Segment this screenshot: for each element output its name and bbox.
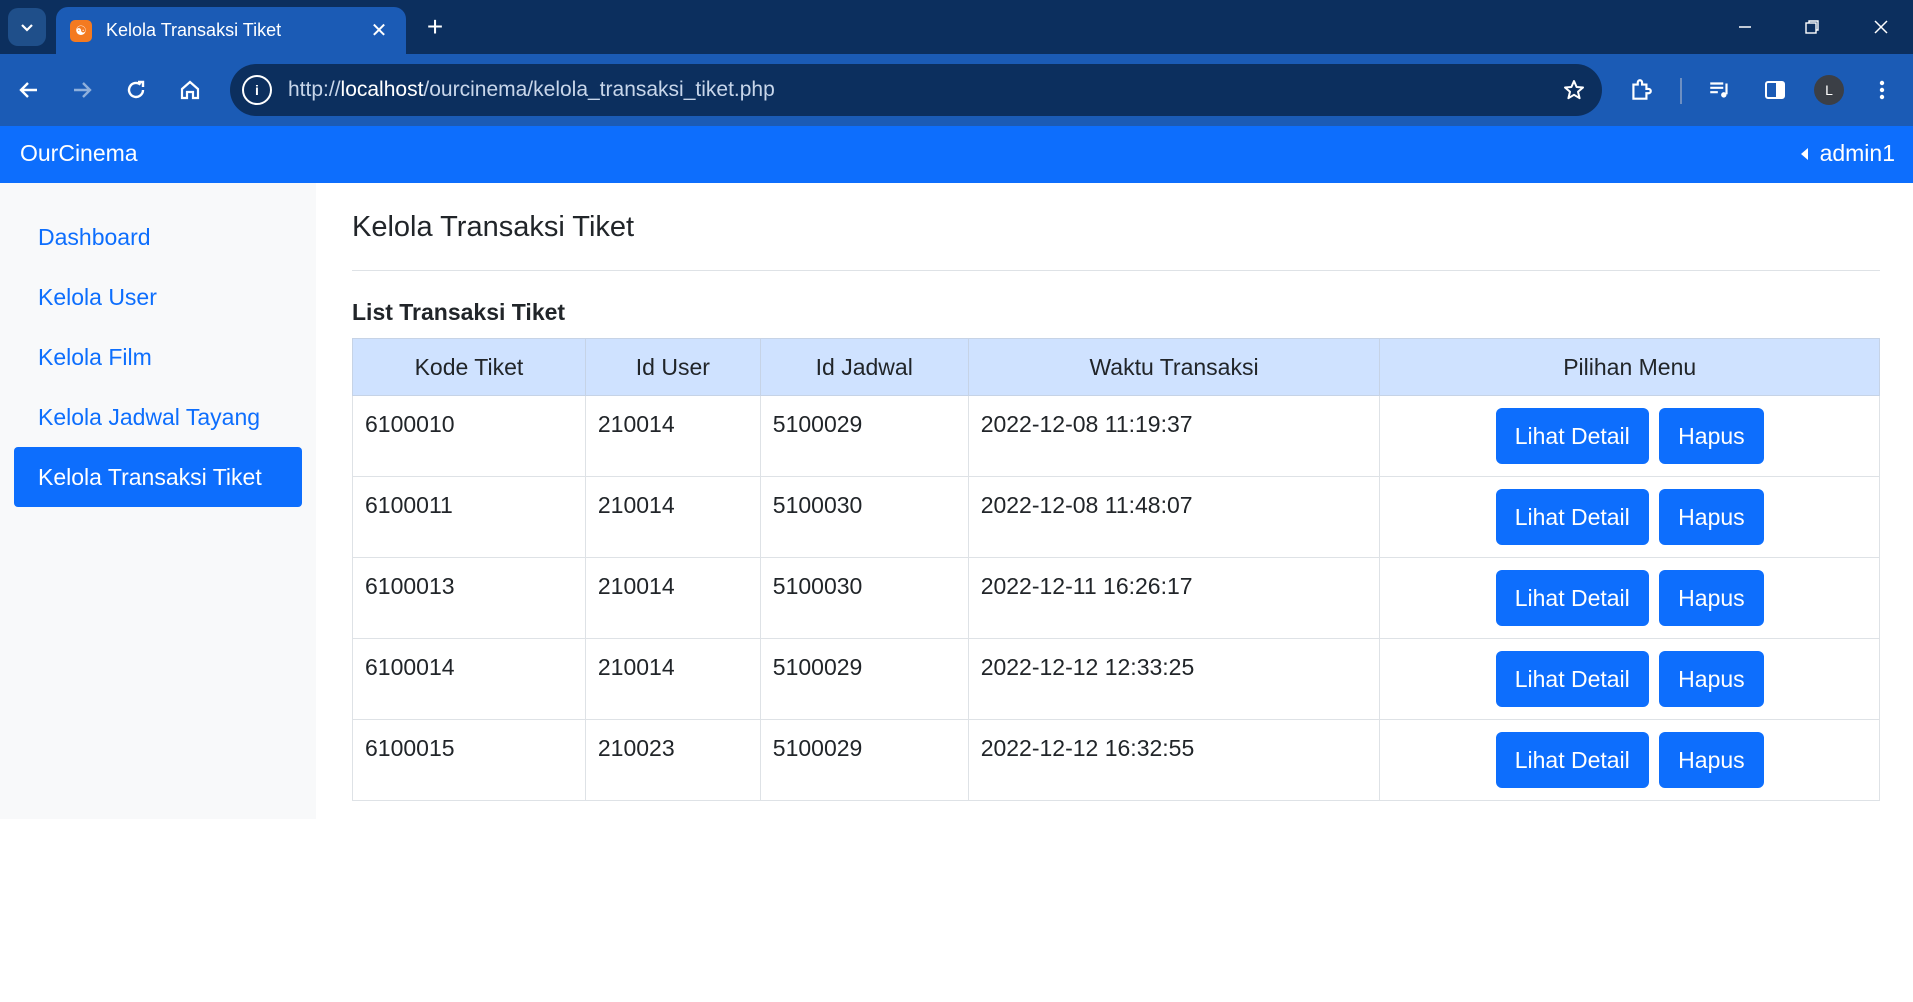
cell-id-user: 210023 xyxy=(584,719,761,801)
cell-kode-tiket: 6100010 xyxy=(352,395,586,477)
browser-tab-active[interactable]: ☯ Kelola Transaksi Tiket ✕ xyxy=(56,7,406,54)
cell-id-jadwal: 5100029 xyxy=(759,638,969,720)
brand-logo[interactable]: OurCinema xyxy=(20,140,138,167)
table-row: 6100014 210014 5100029 2022-12-12 12:33:… xyxy=(352,638,1880,720)
site-info-icon[interactable]: i xyxy=(242,75,272,105)
cell-id-user: 210014 xyxy=(584,638,761,720)
lihat-detail-button[interactable]: Lihat Detail xyxy=(1495,570,1649,626)
cell-actions: Lihat Detail Hapus xyxy=(1379,476,1880,558)
restore-icon[interactable] xyxy=(1797,12,1827,42)
lihat-detail-button[interactable]: Lihat Detail xyxy=(1495,732,1649,788)
reload-icon[interactable] xyxy=(117,71,155,109)
sidebar-item-kelola-transaksi-tiket[interactable]: Kelola Transaksi Tiket xyxy=(14,447,302,507)
close-window-icon[interactable] xyxy=(1866,12,1896,42)
browser-tab-strip: ☯ Kelola Transaksi Tiket ✕ + xyxy=(0,0,1913,54)
minimize-icon[interactable] xyxy=(1730,12,1760,42)
hapus-button[interactable]: Hapus xyxy=(1659,408,1764,464)
user-dropdown[interactable]: admin1 xyxy=(1800,140,1895,167)
column-header: Waktu Transaksi xyxy=(967,338,1381,396)
cell-kode-tiket: 6100014 xyxy=(352,638,586,720)
column-header: Kode Tiket xyxy=(352,338,586,396)
bookmark-star-icon[interactable] xyxy=(1554,70,1594,110)
username: admin1 xyxy=(1819,140,1895,166)
extensions-icon[interactable] xyxy=(1622,71,1660,109)
cell-id-user: 210014 xyxy=(584,557,761,639)
hapus-button[interactable]: Hapus xyxy=(1659,651,1764,707)
cell-waktu-transaksi: 2022-12-11 16:26:17 xyxy=(967,557,1381,639)
sidebar-item-kelola-jadwal-tayang[interactable]: Kelola Jadwal Tayang xyxy=(14,387,302,447)
cell-actions: Lihat Detail Hapus xyxy=(1379,719,1880,801)
hapus-button[interactable]: Hapus xyxy=(1659,489,1764,545)
cell-kode-tiket: 6100015 xyxy=(352,719,586,801)
tab-search-button[interactable] xyxy=(8,8,46,46)
column-header: Pilihan Menu xyxy=(1379,338,1880,396)
cell-waktu-transaksi: 2022-12-08 11:19:37 xyxy=(967,395,1381,477)
close-tab-icon[interactable]: ✕ xyxy=(366,18,392,43)
cell-waktu-transaksi: 2022-12-12 12:33:25 xyxy=(967,638,1381,720)
cell-kode-tiket: 6100011 xyxy=(352,476,586,558)
home-icon[interactable] xyxy=(171,71,209,109)
toolbar-divider xyxy=(1680,78,1682,104)
chevron-down-icon xyxy=(21,24,33,32)
table-row: 6100010 210014 5100029 2022-12-08 11:19:… xyxy=(352,395,1880,477)
cell-id-user: 210014 xyxy=(584,395,761,477)
forward-arrow-icon[interactable] xyxy=(63,71,101,109)
browser-toolbar: i http://localhost/ourcinema/kelola_tran… xyxy=(0,54,1913,126)
page-title: Kelola Transaksi Tiket xyxy=(352,211,635,243)
lihat-detail-button[interactable]: Lihat Detail xyxy=(1495,489,1649,545)
sidebar-item-kelola-user[interactable]: Kelola User xyxy=(14,267,302,327)
url-text[interactable]: http://localhost/ourcinema/kelola_transa… xyxy=(288,78,1554,102)
column-header: Id Jadwal xyxy=(759,338,969,396)
column-header: Id User xyxy=(584,338,761,396)
cell-id-user: 210014 xyxy=(584,476,761,558)
sidebar-item-kelola-film[interactable]: Kelola Film xyxy=(14,327,302,387)
app-navbar: OurCinema admin1 xyxy=(0,126,1913,183)
divider xyxy=(352,270,1880,271)
xampp-icon: ☯ xyxy=(70,19,92,42)
cell-kode-tiket: 6100013 xyxy=(352,557,586,639)
cell-actions: Lihat Detail Hapus xyxy=(1379,638,1880,720)
back-arrow-icon[interactable] xyxy=(10,71,48,109)
lihat-detail-button[interactable]: Lihat Detail xyxy=(1495,651,1649,707)
transactions-table: Kode Tiket Id User Id Jadwal Waktu Trans… xyxy=(352,338,1880,801)
more-menu-icon[interactable] xyxy=(1863,71,1901,109)
cell-actions: Lihat Detail Hapus xyxy=(1379,557,1880,639)
cell-id-jadwal: 5100030 xyxy=(759,557,969,639)
cell-id-jadwal: 5100029 xyxy=(759,395,969,477)
profile-avatar[interactable]: L xyxy=(1810,71,1848,109)
new-tab-button[interactable]: + xyxy=(418,10,452,44)
table-row: 6100013 210014 5100030 2022-12-11 16:26:… xyxy=(352,557,1880,639)
media-controls-icon[interactable] xyxy=(1701,71,1739,109)
sidebar: Dashboard Kelola User Kelola Film Kelola… xyxy=(0,183,316,819)
address-bar[interactable]: i http://localhost/ourcinema/kelola_tran… xyxy=(230,64,1602,116)
hapus-button[interactable]: Hapus xyxy=(1659,570,1764,626)
table-row: 6100015 210023 5100029 2022-12-12 16:32:… xyxy=(352,719,1880,801)
cell-id-jadwal: 5100029 xyxy=(759,719,969,801)
lihat-detail-button[interactable]: Lihat Detail xyxy=(1495,408,1649,464)
hapus-button[interactable]: Hapus xyxy=(1659,732,1764,788)
tab-title: Kelola Transaksi Tiket xyxy=(106,20,282,40)
sidebar-item-dashboard[interactable]: Dashboard xyxy=(14,207,302,267)
main-content: Kelola Transaksi Tiket List Transaksi Ti… xyxy=(352,183,1880,801)
table-header-row: Kode Tiket Id User Id Jadwal Waktu Trans… xyxy=(352,338,1880,396)
caret-left-icon xyxy=(1800,147,1808,160)
cell-waktu-transaksi: 2022-12-08 11:48:07 xyxy=(967,476,1381,558)
table-row: 6100011 210014 5100030 2022-12-08 11:48:… xyxy=(352,476,1880,558)
cell-actions: Lihat Detail Hapus xyxy=(1379,395,1880,477)
cell-waktu-transaksi: 2022-12-12 16:32:55 xyxy=(967,719,1381,801)
side-panel-icon[interactable] xyxy=(1756,71,1794,109)
cell-id-jadwal: 5100030 xyxy=(759,476,969,558)
section-title: List Transaksi Tiket xyxy=(352,299,566,325)
